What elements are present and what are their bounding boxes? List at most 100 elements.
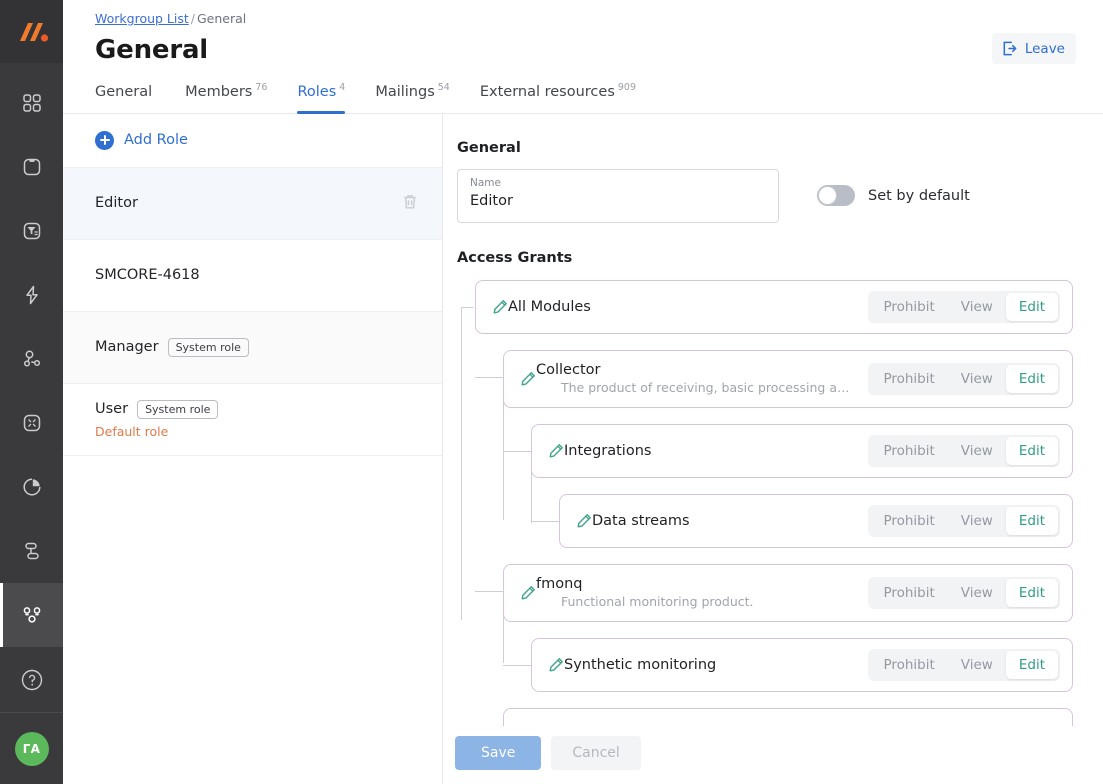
system-role-badge: System role xyxy=(167,338,249,357)
monq-logo[interactable] xyxy=(0,0,63,63)
tree-connector-horizontal xyxy=(503,664,531,666)
role-item-line: SMCORE-4618 xyxy=(95,267,422,283)
role-detail-scroll[interactable]: General Name Set by default xyxy=(443,114,1103,784)
rail-item-apps[interactable] xyxy=(0,71,63,135)
pencil-edit-icon[interactable] xyxy=(548,443,564,459)
toggle-switch-knob xyxy=(818,186,837,206)
grant-card-text: Integrations xyxy=(564,443,868,459)
rail-item-screens[interactable] xyxy=(0,391,63,455)
tab-members[interactable]: Members 76 xyxy=(185,76,267,113)
grant-card-head: Collector xyxy=(536,362,856,378)
grant-prohibit-option[interactable]: Prohibit xyxy=(870,437,947,465)
tab-external-resources[interactable]: External resources 909 xyxy=(480,76,636,113)
role-list-item-smcore[interactable]: SMCORE-4618 xyxy=(63,240,442,312)
logout-arrow-icon xyxy=(1003,41,1017,56)
trash-icon xyxy=(404,195,416,209)
grant-view-option[interactable]: View xyxy=(948,293,1006,321)
tab-roles[interactable]: Roles 4 xyxy=(297,76,346,114)
role-item-line: User System role xyxy=(95,400,422,419)
grant-prohibit-option[interactable]: Prohibit xyxy=(870,365,947,393)
set-by-default-toggle[interactable]: Set by default xyxy=(817,185,970,207)
grant-name: Data streams xyxy=(592,512,690,529)
tab-mailings-label: Mailings xyxy=(375,83,435,100)
role-list-item-editor[interactable]: Editor xyxy=(63,167,442,240)
rail-item-structure[interactable] xyxy=(0,519,63,583)
grant-view-option[interactable]: View xyxy=(948,437,1006,465)
general-section-row: Name Set by default xyxy=(457,168,1073,223)
role-item-content: User System role Default role xyxy=(95,400,422,439)
pencil-edit-icon[interactable] xyxy=(492,299,508,315)
rail-item-products[interactable] xyxy=(0,135,63,199)
role-list-item-user[interactable]: User System role Default role xyxy=(63,384,442,456)
grant-view-option[interactable]: View xyxy=(948,365,1006,393)
grant-prohibit-option[interactable]: Prohibit xyxy=(870,579,947,607)
pencil-edit-icon[interactable] xyxy=(520,371,536,387)
system-role-badge: System role xyxy=(137,400,219,419)
save-button[interactable]: Save xyxy=(455,736,542,770)
main-column: Workgroup List / General General Leave Gen… xyxy=(63,0,1103,784)
breadcrumb-workgroup-list[interactable]: Workgroup List xyxy=(95,11,189,26)
grant-card[interactable]: Data streams Prohibit View Edit xyxy=(559,493,1073,548)
grant-name: All Modules xyxy=(508,298,591,315)
grant-card-text: Collector The product of receiving, basi… xyxy=(536,362,868,395)
grant-node-fmonq: fmonq Functional monitoring product. Pro… xyxy=(475,563,1073,663)
grant-card[interactable]: Integrations Prohibit View Edit xyxy=(531,423,1073,478)
tab-general[interactable]: General xyxy=(95,76,155,113)
grant-prohibit-option[interactable]: Prohibit xyxy=(870,507,947,535)
rail-item-automation[interactable] xyxy=(0,263,63,327)
role-list-item-manager[interactable]: Manager System role xyxy=(63,311,442,384)
grant-edit-option[interactable]: Edit xyxy=(1005,436,1058,465)
add-role-button[interactable]: Add Role xyxy=(63,114,442,168)
role-item-content: Manager System role xyxy=(95,338,422,357)
box-icon xyxy=(23,158,40,176)
grant-card[interactable]: Synthetic monitoring Prohibit View Edit xyxy=(531,637,1073,692)
rail-item-filters[interactable] xyxy=(0,199,63,263)
share-nodes-icon xyxy=(23,350,40,367)
grant-card-head: fmonq xyxy=(536,576,856,592)
pencil-edit-icon[interactable] xyxy=(576,513,592,529)
breadcrumb: Workgroup List / General xyxy=(95,10,1075,26)
grant-edit-option[interactable]: Edit xyxy=(1005,364,1058,393)
grant-card[interactable]: fmonq Functional monitoring product. Pro… xyxy=(503,563,1073,622)
grant-prohibit-option[interactable]: Prohibit xyxy=(870,651,947,679)
grant-view-option[interactable]: View xyxy=(948,579,1006,607)
grant-card[interactable]: All Modules Prohibit View Edit xyxy=(475,279,1073,334)
grant-card-text: Data streams xyxy=(592,513,868,529)
delete-role-button[interactable] xyxy=(400,192,422,214)
role-name-field[interactable]: Name xyxy=(457,168,779,223)
avatar[interactable]: ГА xyxy=(14,731,49,766)
tab-roles-count: 4 xyxy=(339,82,346,93)
pencil-edit-icon[interactable] xyxy=(548,657,564,673)
apps-grid-icon xyxy=(22,94,41,112)
pencil-edit-icon[interactable] xyxy=(520,585,536,601)
tab-mailings[interactable]: Mailings 54 xyxy=(375,76,450,113)
rail-item-analytics[interactable] xyxy=(0,455,63,519)
breadcrumb-current: General xyxy=(197,11,247,26)
grant-permission-segmented-control: Prohibit View Edit xyxy=(868,648,1060,681)
tab-members-count: 76 xyxy=(255,82,268,93)
role-name-input[interactable] xyxy=(470,191,766,210)
grant-card[interactable]: Collector The product of receiving, basi… xyxy=(503,349,1073,408)
toggle-switch-track xyxy=(817,185,855,207)
rail-item-topology[interactable] xyxy=(0,327,63,391)
grant-prohibit-option[interactable]: Prohibit xyxy=(870,293,947,321)
grant-card-text: Synthetic monitoring xyxy=(564,657,868,673)
grant-name: fmonq xyxy=(536,576,583,593)
leave-button[interactable]: Leave xyxy=(991,33,1076,64)
app-root: ГА Workgroup List / General General Leave … xyxy=(0,0,1103,784)
cancel-button[interactable]: Cancel xyxy=(551,736,641,770)
rail-item-help[interactable] xyxy=(0,648,63,712)
grant-edit-option[interactable]: Edit xyxy=(1005,650,1058,679)
grant-edit-option[interactable]: Edit xyxy=(1005,506,1058,535)
general-section-title: General xyxy=(457,139,521,156)
grant-view-option[interactable]: View xyxy=(948,651,1006,679)
users-group-icon xyxy=(23,607,40,623)
user-avatar-area: ГА xyxy=(0,712,63,784)
sitemap-icon xyxy=(24,542,39,560)
grant-edit-option[interactable]: Edit xyxy=(1005,578,1058,607)
grant-node-data-streams: Data streams Prohibit View Edit xyxy=(531,493,1073,548)
rail-item-workgroups[interactable] xyxy=(0,583,63,647)
grant-edit-option[interactable]: Edit xyxy=(1005,292,1058,321)
grant-view-option[interactable]: View xyxy=(948,507,1006,535)
tree-connector-horizontal xyxy=(461,306,473,308)
